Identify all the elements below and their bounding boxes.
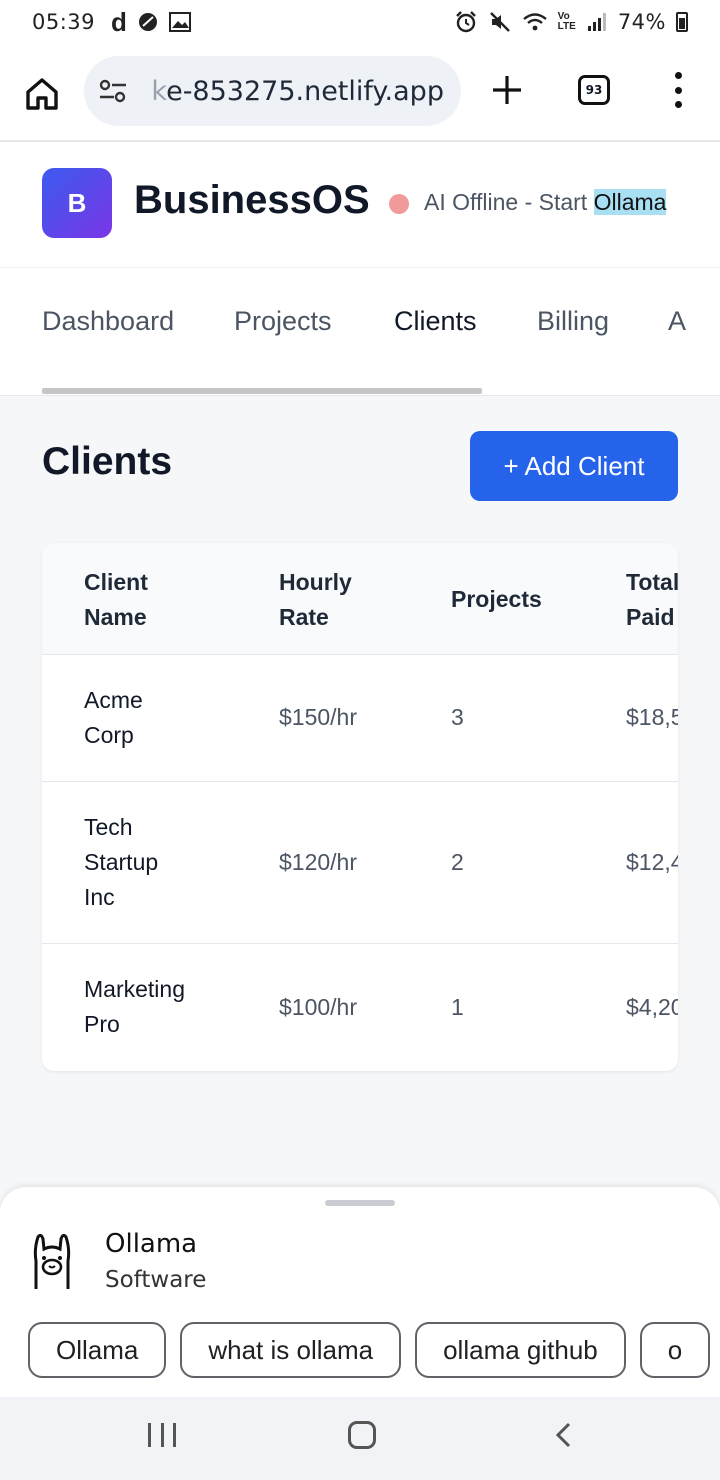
- client-name: Marketing Pro: [84, 976, 185, 1037]
- header-total-paid: Total Paid: [626, 569, 678, 630]
- site-settings-icon[interactable]: [98, 78, 128, 104]
- alarm-icon: [454, 10, 478, 34]
- suggestion-chip[interactable]: ollama github: [415, 1322, 626, 1378]
- url-text: ke-853275.netlify.app: [146, 75, 444, 107]
- wifi-icon: [522, 11, 548, 33]
- project-count: 2: [451, 849, 464, 875]
- hourly-rate: $150/hr: [279, 704, 358, 730]
- ai-status-dot: [389, 194, 409, 214]
- notification-letter: d: [111, 6, 127, 37]
- total-paid: $4,20: [626, 994, 678, 1020]
- system-nav-bar: [0, 1397, 720, 1480]
- volte-icon: Vo LTE: [557, 11, 576, 32]
- sheet-entity-type: Software: [105, 1267, 207, 1293]
- status-left: 05:39 d: [32, 7, 191, 38]
- url-bar[interactable]: ke-853275.netlify.app: [84, 56, 461, 126]
- image-icon: [168, 12, 191, 32]
- sheet-entity-name: Ollama: [105, 1229, 198, 1259]
- tabs-scrollbar[interactable]: [42, 388, 482, 394]
- tab-projects[interactable]: Projects: [234, 306, 332, 337]
- clients-table: Client Name Hourly Rate Projects Total Paid…: [42, 543, 678, 1071]
- add-client-button[interactable]: + Add Client: [470, 431, 678, 501]
- suggestion-chips: Ollama what is ollama ollama github o: [28, 1322, 711, 1378]
- new-tab-icon[interactable]: [489, 72, 525, 108]
- tab-switcher-button[interactable]: 93: [578, 75, 610, 105]
- tab-clients[interactable]: Clients: [394, 306, 477, 337]
- status-time: 05:39: [32, 10, 96, 34]
- header-client-name: Client Name: [84, 569, 148, 630]
- hourly-rate: $120/hr: [279, 849, 358, 875]
- suggestion-chip[interactable]: o: [639, 1322, 711, 1378]
- status-bar: 05:39 d Vo LTE 74%: [0, 0, 720, 44]
- tab-dashboard[interactable]: Dashboard: [42, 306, 174, 337]
- project-count: 1: [451, 994, 464, 1020]
- total-paid: $18,5: [626, 704, 678, 730]
- hourly-rate: $100/hr: [279, 994, 358, 1020]
- page-title: Clients: [42, 440, 173, 483]
- tab-overflow[interactable]: A: [668, 306, 686, 337]
- table-row[interactable]: Tech Startup Inc $120/hr 2 $12,4: [42, 782, 678, 944]
- highlighted-text: Ollama: [593, 189, 667, 215]
- app-header: B BusinessOS AI Offline - Start Ollama: [0, 142, 720, 268]
- sheet-drag-handle[interactable]: [325, 1200, 395, 1206]
- mute-icon: [488, 10, 512, 34]
- nav-tabs: Dashboard Projects Clients Billing A: [0, 268, 720, 396]
- project-count: 3: [451, 704, 464, 730]
- ollama-llama-icon: [26, 1231, 78, 1291]
- ai-status-text: AI Offline - Start Ollama: [424, 189, 667, 215]
- table-row[interactable]: Acme Corp $150/hr 3 $18,5: [42, 655, 678, 782]
- more-menu-icon[interactable]: [670, 72, 686, 108]
- battery-percent: 74%: [617, 10, 666, 34]
- suggestion-chip[interactable]: Ollama: [28, 1322, 167, 1378]
- recents-icon[interactable]: [148, 1423, 176, 1447]
- app-title: BusinessOS: [134, 178, 370, 222]
- app-logo: B: [42, 168, 112, 238]
- table-header: Client Name Hourly Rate Projects Total Paid: [42, 543, 678, 655]
- home-icon[interactable]: [22, 74, 62, 114]
- sync-off-icon: [137, 11, 159, 33]
- total-paid: $12,4: [626, 849, 678, 875]
- tab-count: 93: [585, 83, 603, 97]
- header-projects: Projects: [451, 586, 542, 612]
- header-hourly-rate: Hourly Rate: [279, 569, 352, 630]
- tab-billing[interactable]: Billing: [537, 306, 609, 337]
- battery-icon: [676, 12, 688, 32]
- browser-toolbar: ke-853275.netlify.app 93: [0, 44, 720, 142]
- suggestion-chip[interactable]: what is ollama: [180, 1322, 402, 1378]
- client-name: Tech Startup Inc: [84, 814, 159, 910]
- status-right: Vo LTE 74%: [454, 10, 688, 34]
- table-row[interactable]: Marketing Pro $100/hr 1 $4,20: [42, 944, 678, 1071]
- client-name: Acme Corp: [84, 687, 143, 748]
- signal-icon: [586, 11, 608, 33]
- search-suggestion-sheet: Ollama Software Ollama what is ollama ol…: [0, 1187, 720, 1397]
- home-button-icon[interactable]: [348, 1421, 376, 1449]
- back-icon[interactable]: [552, 1421, 576, 1449]
